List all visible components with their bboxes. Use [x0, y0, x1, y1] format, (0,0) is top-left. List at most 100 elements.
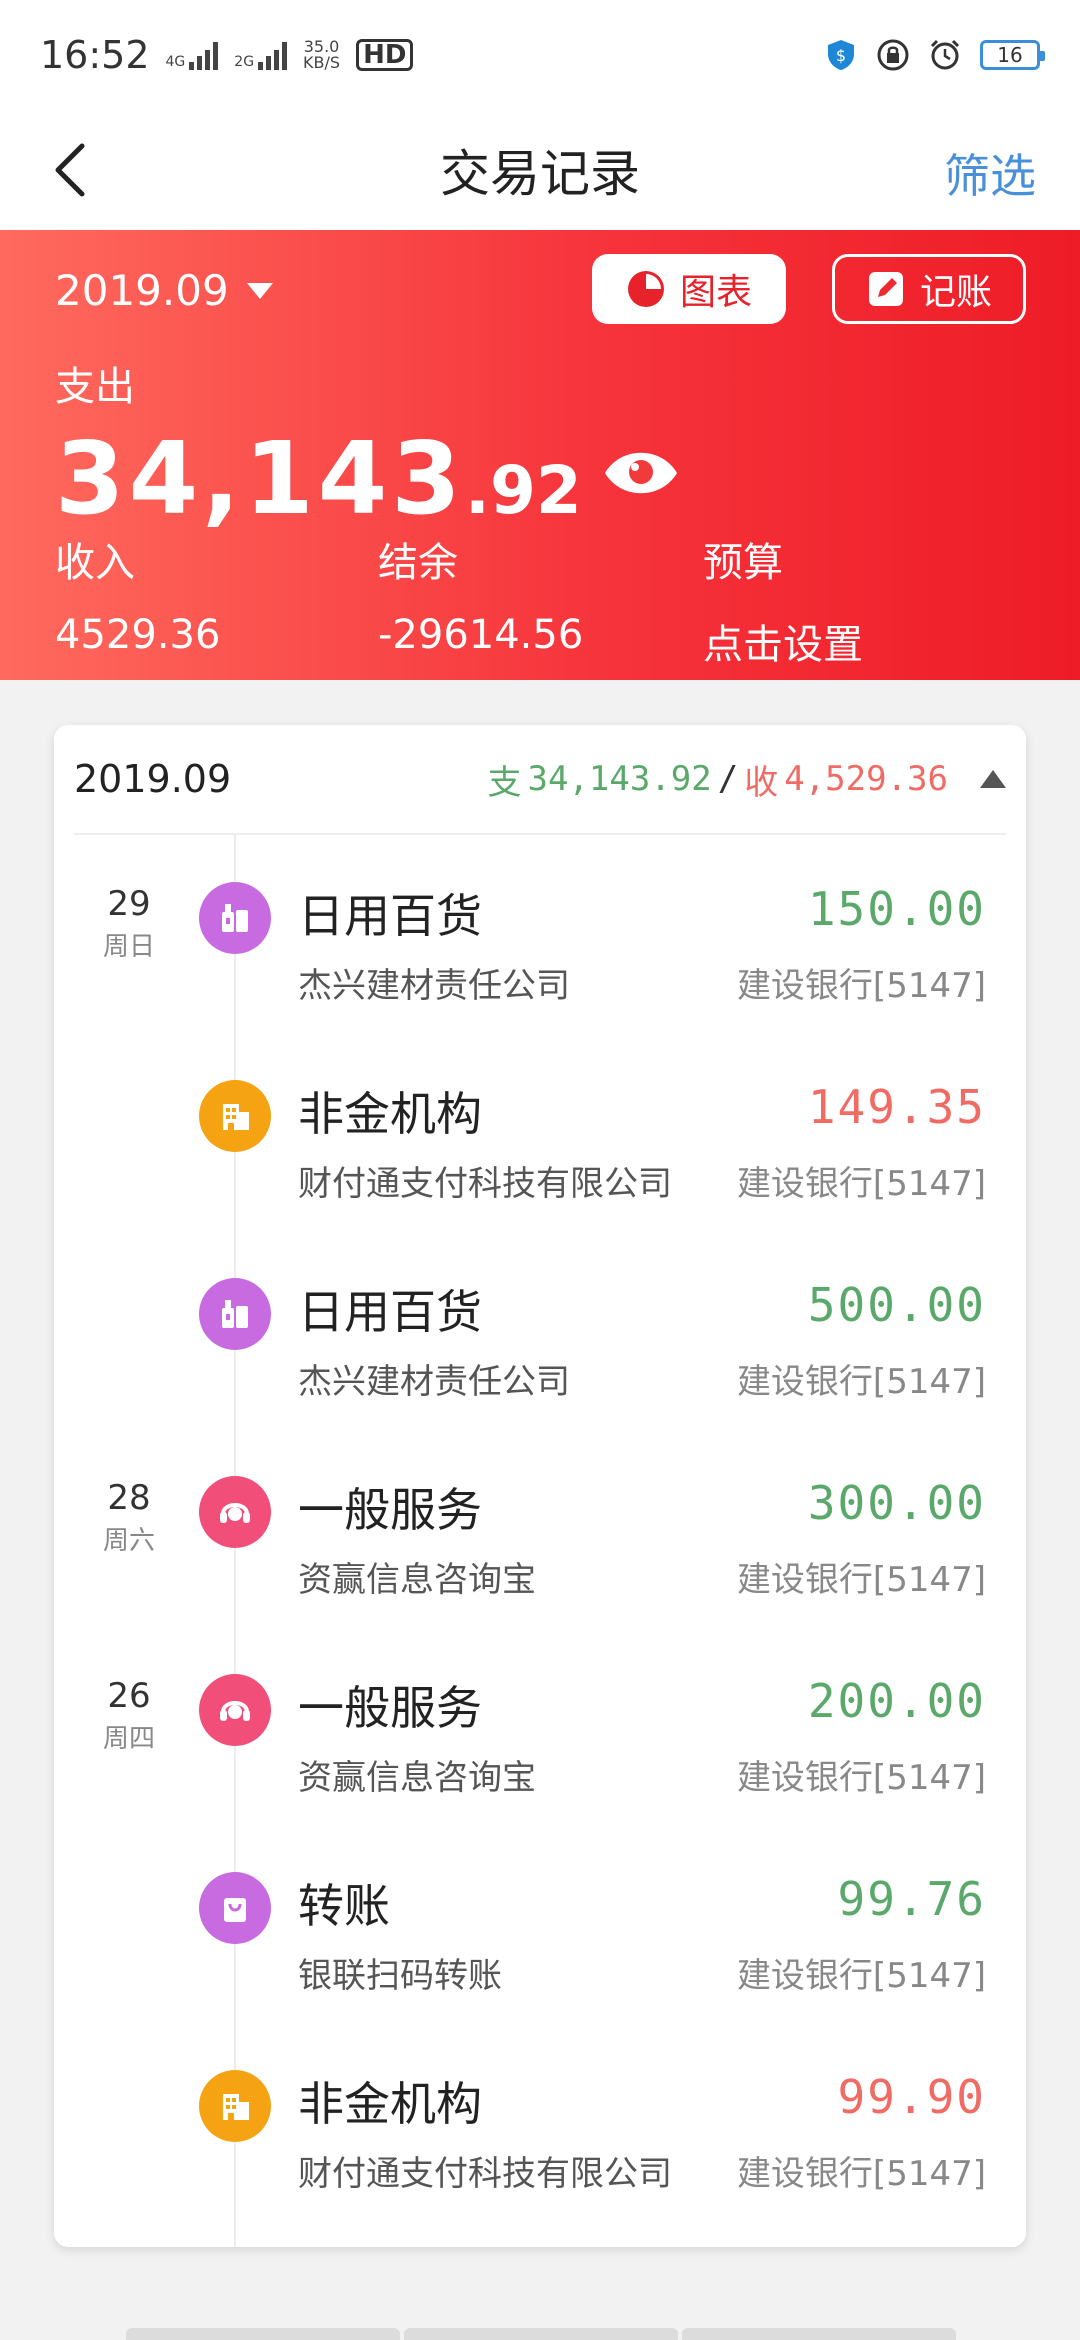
battery-level: 16 — [997, 43, 1023, 67]
group-income-total: 4,529.36 — [784, 759, 948, 799]
transaction-amount: 500.00 — [807, 1278, 986, 1332]
expense-amount: 34,143 .92 — [55, 420, 582, 537]
status-left: 16:52 4G 2G 35.0 KB/S HD — [40, 33, 414, 77]
shopping-bag-icon — [199, 1872, 271, 1944]
transaction-bank: 建设银行[5147] — [736, 966, 986, 1006]
svg-text:$: $ — [836, 46, 846, 65]
transaction-category: 一般服务 — [298, 1483, 482, 1537]
budget-label: 预算 — [703, 540, 783, 586]
summary-header: 2019.09 图表 记账 支出 34,143 .92 收入 4529.36 结… — [0, 230, 1080, 680]
signal-2g: 2G — [234, 40, 288, 70]
expense-label: 支出 — [55, 364, 135, 410]
group-expense-prefix: 支 — [487, 762, 522, 803]
month-selector-label: 2019.09 — [55, 266, 229, 315]
transaction-date — [54, 1082, 204, 1084]
signal-bars-icon — [258, 40, 288, 70]
transaction-day: 26 — [107, 1676, 151, 1716]
budget-set-link[interactable]: 点击设置 — [703, 612, 863, 670]
transaction-merchant: 杰兴建材责任公司 — [298, 966, 570, 1006]
transaction-date — [54, 2072, 204, 2074]
month-group-header[interactable]: 2019.09 支 34,143.92 / 收 4,529.36 — [74, 725, 1006, 835]
transaction-bank: 建设银行[5147] — [736, 1362, 986, 1402]
transaction-row[interactable]: 转账 银联扫码转账 99.76 建设银行[5147] — [54, 1832, 1026, 2030]
status-time: 16:52 — [40, 33, 150, 77]
hd-badge: HD — [356, 39, 414, 71]
group-summary: 支 34,143.92 / 收 4,529.36 — [488, 755, 1006, 804]
collapse-triangle-icon[interactable] — [980, 770, 1006, 788]
balance-value: -29614.56 — [378, 612, 584, 658]
eye-icon[interactable] — [603, 450, 679, 496]
alarm-icon — [930, 39, 960, 70]
transaction-weekday: 周四 — [102, 1724, 155, 1754]
record-button[interactable]: 记账 — [832, 254, 1026, 324]
signal-4g: 4G — [166, 40, 219, 70]
transaction-bank: 建设银行[5147] — [736, 1164, 986, 1204]
balance-label: 结余 — [378, 540, 458, 586]
transaction-merchant: 财付通支付科技有限公司 — [298, 2154, 672, 2194]
pie-chart-icon — [627, 271, 664, 307]
caret-down-icon — [246, 282, 273, 299]
transaction-category: 日用百货 — [298, 1285, 482, 1339]
transaction-row[interactable]: 26 周四 一般服务资赢信息咨询宝 200.00 建设银行[5147] — [54, 1634, 1026, 1832]
income-label: 收入 — [55, 540, 135, 586]
lock-rotation-icon — [877, 39, 909, 71]
headset-icon — [199, 1476, 271, 1548]
transaction-category: 一般服务 — [298, 1681, 482, 1735]
transaction-row[interactable]: 28 周六 一般服务 资赢信息咨询宝 300.00 建设银行[5147] — [54, 1436, 1026, 1634]
transaction-date — [54, 1874, 204, 1876]
transaction-day: 28 — [107, 1478, 151, 1518]
transaction-merchant: 银联扫码转账 — [298, 1956, 502, 1996]
group-month: 2019.09 — [74, 757, 232, 801]
title-bar: 交易记录 筛选 — [0, 110, 1080, 230]
signal-2g-label: 2G — [234, 54, 255, 70]
transaction-day: 29 — [107, 884, 151, 924]
transaction-row[interactable]: 29 周日 日用百货 杰兴建材责任公司 150.00 建设银行[5147] — [54, 842, 1026, 1040]
transaction-row[interactable]: 日用百货杰兴建材责任公司 500.00 建设银行[5147] — [54, 1238, 1026, 1436]
chevron-left-icon — [55, 143, 85, 197]
transaction-category: 非金机构 — [298, 2077, 482, 2131]
budget-summary[interactable]: 预算 点击设置 — [703, 530, 863, 670]
balance-summary: 结余 -29614.56 — [378, 530, 583, 658]
month-selector[interactable]: 2019.09 — [55, 266, 273, 315]
transaction-weekday: 周六 — [102, 1526, 155, 1556]
transaction-amount: 149.35 — [807, 1080, 986, 1134]
transaction-amount: 300.00 — [807, 1476, 986, 1530]
transaction-bank: 建设银行[5147] — [736, 1956, 986, 1996]
edit-icon — [868, 272, 903, 306]
transaction-row[interactable]: 非金机构财付通支付科技有限公司 99.90 建设银行[5147] — [54, 2030, 1026, 2228]
transaction-category: 非金机构 — [298, 1087, 482, 1141]
transaction-bank: 建设银行[5147] — [736, 2154, 986, 2194]
back-button[interactable] — [40, 140, 100, 200]
transaction-merchant: 资赢信息咨询宝 — [298, 1758, 536, 1798]
building-icon — [199, 1080, 271, 1152]
group-separator: / — [717, 759, 739, 799]
transaction-merchant: 杰兴建材责任公司 — [298, 1362, 570, 1402]
transaction-date: 29 周日 — [54, 884, 204, 963]
expense-amount-decimal: .92 — [464, 452, 582, 529]
building-icon — [199, 2070, 271, 2142]
transaction-amount: 200.00 — [807, 1674, 986, 1728]
income-summary: 收入 4529.36 — [55, 530, 220, 658]
transaction-bank: 建设银行[5147] — [736, 1758, 986, 1798]
transaction-row[interactable]: 非金机构财付通支付科技有限公司 149.35 建设银行[5147] — [54, 1040, 1026, 1238]
filter-button[interactable]: 筛选 — [944, 140, 1036, 206]
signal-bars-icon — [189, 40, 219, 70]
income-value: 4529.36 — [55, 612, 221, 658]
headset-icon — [199, 1674, 271, 1746]
transaction-amount: 99.76 — [837, 1872, 986, 1926]
network-speed-unit: KB/S — [303, 53, 341, 72]
shopping-bottles-icon — [199, 882, 271, 954]
chart-button[interactable]: 图表 — [592, 254, 786, 324]
transaction-merchant: 财付通支付科技有限公司 — [298, 1164, 672, 1204]
battery-icon: 16 — [980, 40, 1045, 70]
group-income-prefix: 收 — [744, 762, 779, 803]
status-bar: 16:52 4G 2G 35.0 KB/S HD $ 16 — [0, 0, 1080, 110]
transaction-merchant: 资赢信息咨询宝 — [298, 1560, 536, 1600]
transaction-date: 28 周六 — [54, 1478, 204, 1557]
group-expense-total: 34,143.92 — [527, 759, 712, 799]
status-right: $ 16 — [824, 38, 1045, 72]
page-title: 交易记录 — [440, 145, 640, 203]
transaction-amount: 99.90 — [837, 2070, 986, 2124]
shopping-bottles-icon — [199, 1278, 271, 1350]
transaction-card: 2019.09 支 34,143.92 / 收 4,529.36 29 周日 日用百… — [54, 725, 1026, 2247]
